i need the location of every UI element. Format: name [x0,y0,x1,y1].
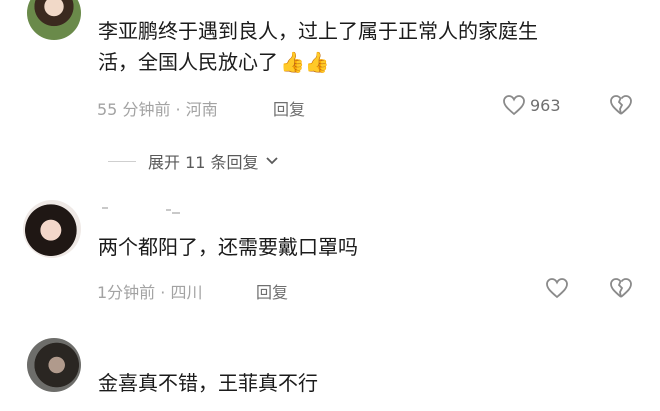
comment-text: 李亚鹏终于遇到良人，过上了属于正常人的家庭生 活，全国人民放心了 👍👍 [98,16,538,78]
reply-button[interactable]: 回复 [256,279,288,303]
avatar[interactable] [23,200,81,258]
avatar[interactable] [27,338,81,392]
comment-text-line2: 活，全国人民放心了 [98,50,278,74]
expand-replies-label: 展开 11 条回复 [148,153,259,172]
comment-meta: 1分钟前 · 四川 [97,283,203,302]
heart-outline-icon[interactable] [502,94,526,116]
chevron-down-icon [265,157,278,165]
comment-text: 金喜真不错，王菲真不行 [98,371,318,395]
username-redacted-marks [102,207,180,214]
thumbs-up-emoji: 👍👍 [280,50,330,74]
comment-meta: 55 分钟前 · 河南 [97,100,218,119]
expand-replies-button[interactable]: 展开 11 条回复 [108,149,279,173]
broken-heart-icon[interactable] [609,277,633,299]
divider-line [108,160,136,162]
heart-outline-icon[interactable] [545,277,569,299]
comment-text: 两个都阳了，还需要戴口罩吗 [98,235,358,259]
avatar[interactable] [27,0,81,40]
reply-button[interactable]: 回复 [273,96,305,120]
like-count: 963 [530,96,561,115]
comment-text-line1: 李亚鹏终于遇到良人，过上了属于正常人的家庭生 [98,19,538,43]
broken-heart-icon[interactable] [609,94,633,116]
